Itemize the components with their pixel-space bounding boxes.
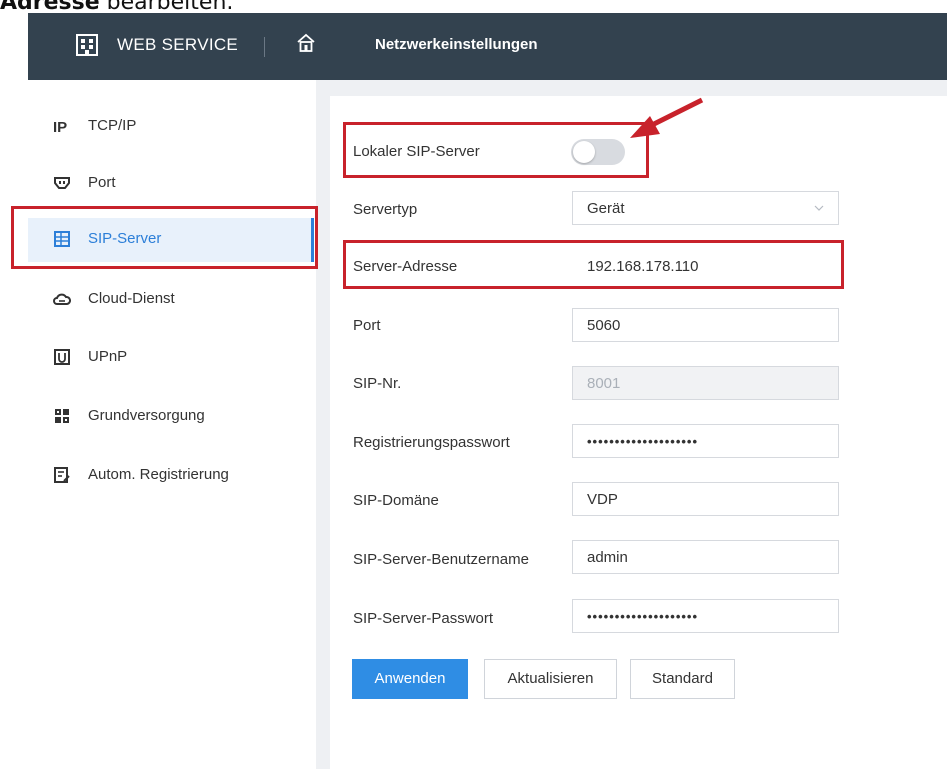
highlight-box-sip-server — [11, 206, 318, 269]
header-separator — [264, 37, 265, 57]
sidebar-item-label: Autom. Registrierung — [88, 466, 229, 483]
sip-nr-value: 8001 — [587, 375, 621, 392]
sip-domain-value: VDP — [587, 491, 618, 508]
sidebar-item-label: Grundversorgung — [88, 407, 205, 424]
default-button[interactable]: Standard — [630, 659, 735, 699]
grid-icon — [55, 409, 69, 423]
panel-divider — [316, 80, 330, 769]
sidebar-item-cloud[interactable]: Cloud-Dienst — [28, 278, 314, 322]
sidebar-item-tcp-ip[interactable]: IP TCP/IP — [28, 105, 314, 149]
server-type-label: Servertyp — [353, 201, 418, 218]
content-top-strip — [330, 80, 947, 96]
registration-icon — [54, 467, 70, 483]
sip-password-value: •••••••••••••••••••• — [587, 609, 699, 624]
port-label: Port — [353, 317, 381, 334]
server-type-select[interactable]: Gerät — [572, 191, 839, 225]
sidebar-item-label: Cloud-Dienst — [88, 290, 175, 307]
sidebar-item-grundversorgung[interactable]: Grundversorgung — [28, 395, 314, 439]
reg-password-input[interactable]: •••••••••••••••••••• — [572, 424, 839, 458]
sip-domain-input[interactable]: VDP — [572, 482, 839, 516]
svg-text:IP: IP — [53, 119, 67, 135]
sip-password-label: SIP-Server-Passwort — [353, 610, 494, 627]
home-icon[interactable] — [296, 33, 316, 53]
app-name: WEB SERVICE — [117, 35, 239, 54]
port-value: 5060 — [587, 317, 621, 334]
server-type-value: Gerät — [587, 200, 625, 217]
red-arrow-annotation — [630, 97, 704, 138]
ip-icon: IP — [53, 119, 67, 135]
sip-domain-label: SIP-Domäne — [353, 492, 439, 509]
building-icon — [76, 34, 98, 56]
sip-user-input[interactable]: admin — [572, 540, 839, 574]
apply-button[interactable]: Anwenden — [352, 659, 468, 699]
chevron-down-icon — [814, 205, 824, 211]
page-title: Netzwerkeinstellungen — [375, 36, 538, 53]
sidebar-item-port[interactable]: Port — [28, 162, 314, 206]
cloud-icon — [53, 293, 71, 305]
sip-user-label: SIP-Server-Benutzername — [353, 551, 529, 568]
sip-nr-label: SIP-Nr. — [353, 375, 402, 392]
sip-password-input[interactable]: •••••••••••••••••••• — [572, 599, 839, 633]
port-icon — [54, 177, 70, 189]
reg-password-value: •••••••••••••••••••• — [587, 434, 699, 449]
highlight-box-server-address — [343, 240, 844, 289]
sip-user-value: admin — [587, 549, 628, 566]
sip-nr-input: 8001 — [572, 366, 839, 400]
port-input[interactable]: 5060 — [572, 308, 839, 342]
sidebar-item-upnp[interactable]: UPnP — [28, 336, 314, 380]
sidebar-item-label: UPnP — [88, 348, 128, 365]
top-bar: WEB SERVICE Netzwerkeinstellungen — [28, 13, 947, 80]
sidebar-item-label: TCP/IP — [88, 117, 137, 134]
highlight-box-toggle — [343, 122, 649, 178]
sidebar-item-label: Port — [88, 174, 116, 191]
sidebar-item-autom-registrierung[interactable]: Autom. Registrierung — [28, 454, 314, 498]
reg-password-label: Registrierungspasswort — [353, 434, 510, 451]
refresh-button[interactable]: Aktualisieren — [484, 659, 617, 699]
upnp-icon — [54, 349, 70, 365]
